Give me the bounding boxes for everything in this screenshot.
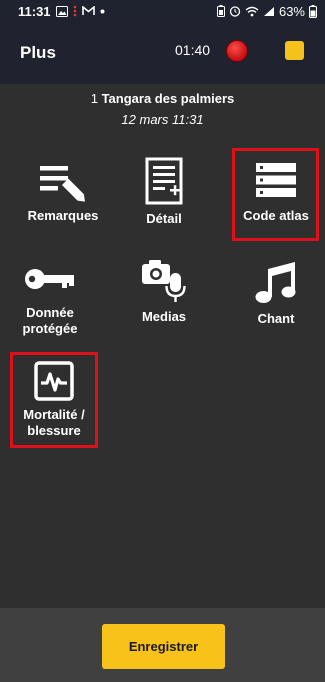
heartbeat-monitor-icon [34, 361, 74, 401]
record-button[interactable] [226, 40, 248, 62]
action-code-atlas[interactable]: Code atlas [226, 162, 325, 224]
gmail-icon [81, 6, 95, 15]
action-remarques[interactable]: Remarques [13, 160, 113, 224]
action-detail[interactable]: Détail [114, 157, 214, 227]
more-vert-icon [73, 5, 76, 17]
species-name: Tangara des palmiers [101, 91, 235, 106]
battery-icon [309, 4, 317, 18]
action-chant[interactable]: Chant [226, 259, 325, 327]
signal-icon [263, 6, 274, 16]
status-time: 11:31 [18, 3, 51, 19]
recording-timer: 01:40 [175, 42, 211, 58]
camera-mic-icon [142, 260, 186, 302]
save-button[interactable]: Enregistrer [102, 624, 225, 669]
image-icon [55, 5, 68, 17]
observation-datetime: 12 mars 11:31 [121, 112, 204, 127]
action-label: Mortalité / blessure [23, 407, 85, 438]
edit-notes-icon [40, 166, 85, 202]
document-add-icon [145, 157, 183, 205]
observation-count: 1 [90, 91, 98, 106]
action-label: Code atlas [243, 208, 309, 223]
observation-title: 1 Tangara des palmiers [0, 91, 325, 106]
page-title: Plus [20, 43, 56, 62]
observation-summary: 1 Tangara des palmiers 12 mars 11:31 [0, 84, 325, 127]
wifi-icon [245, 6, 259, 16]
dot-icon [100, 9, 105, 13]
battery-percentage: 63% [278, 3, 305, 19]
key-icon [25, 269, 74, 289]
action-donnee-protegee[interactable]: Donnée protégée [0, 263, 100, 337]
action-label: Donnée protégée [22, 305, 78, 336]
action-label: Chant [257, 311, 295, 326]
action-medias[interactable]: Medias [114, 257, 214, 325]
stop-button[interactable] [285, 41, 304, 60]
music-note-icon [255, 262, 296, 303]
action-label: Remarques [27, 208, 99, 223]
status-bar: 11:31 63% [0, 0, 325, 22]
battery-saver-icon [216, 5, 225, 17]
action-mortalite-blessure[interactable]: Mortalité / blessure [4, 361, 104, 439]
alarm-icon [229, 6, 241, 17]
app-bar: Plus 01:40 [0, 22, 325, 84]
action-label: Medias [141, 309, 187, 324]
action-label: Détail [146, 211, 182, 226]
list-icon [256, 163, 296, 197]
